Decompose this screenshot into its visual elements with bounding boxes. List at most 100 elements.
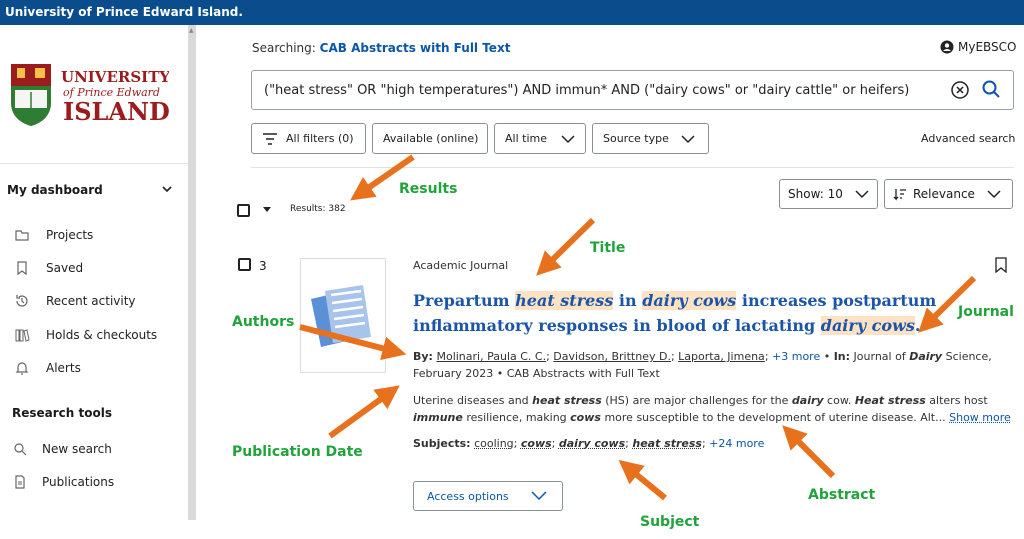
sidebar-item-projects[interactable]: Projects bbox=[14, 227, 93, 243]
title-highlight: heat stress bbox=[515, 291, 614, 310]
searching-label: Searching: bbox=[252, 41, 316, 55]
journal-text: Journal of bbox=[853, 350, 910, 363]
author-link[interactable]: Davidson, Brittney D. bbox=[553, 350, 671, 363]
select-all-checkbox[interactable] bbox=[237, 204, 250, 217]
author-link[interactable]: Laporta, Jimena bbox=[678, 350, 765, 363]
chevron-down-icon[interactable] bbox=[160, 182, 174, 196]
all-time-dropdown[interactable]: All time bbox=[494, 123, 586, 154]
upei-logo[interactable]: UNIVERSITY of Prince Edward ISLAND bbox=[9, 40, 170, 126]
sidebar-item-publications[interactable]: Publications bbox=[12, 474, 114, 490]
scroll-up-icon[interactable]: ▲ bbox=[189, 27, 194, 34]
available-online-button[interactable]: Available (online) bbox=[372, 123, 488, 154]
filter-icon bbox=[263, 132, 277, 145]
clear-search-icon[interactable] bbox=[950, 80, 970, 100]
toolbar-divider bbox=[251, 167, 1014, 168]
show-more-link[interactable]: Show more bbox=[949, 411, 1011, 424]
sidebar-item-recent-activity[interactable]: Recent activity bbox=[14, 293, 136, 309]
annotation-abstract: Abstract bbox=[808, 487, 876, 503]
sort-icon bbox=[893, 189, 906, 201]
abstract-text: more susceptible to the development of u… bbox=[600, 411, 950, 424]
sidebar-item-saved[interactable]: Saved bbox=[14, 260, 83, 276]
chevron-down-icon bbox=[681, 134, 695, 143]
subject-link[interactable]: dairy cows bbox=[559, 437, 625, 450]
search-query[interactable]: ("heat stress" OR "high temperatures") A… bbox=[264, 83, 909, 98]
university-title: University of Prince Edward Island. bbox=[5, 5, 243, 19]
searching-database: Searching: CAB Abstracts with Full Text bbox=[252, 41, 510, 55]
abstract-highlight: Heat stress bbox=[854, 394, 926, 407]
journal-thumbnail[interactable] bbox=[300, 258, 386, 373]
select-menu-caret-icon[interactable] bbox=[263, 207, 271, 212]
abstract-text: Uterine diseases and bbox=[413, 394, 533, 407]
title-highlight: dairy cows bbox=[820, 316, 915, 335]
abstract-text: resilience, making bbox=[462, 411, 571, 424]
sidebar-item-label: Recent activity bbox=[46, 294, 136, 308]
subject-arrow bbox=[618, 459, 667, 501]
record-checkbox[interactable] bbox=[238, 258, 251, 271]
annotation-results: Results bbox=[399, 181, 458, 197]
myebsco-button[interactable]: MyEBSCO bbox=[940, 40, 1017, 54]
publication-date-arrow bbox=[328, 385, 400, 439]
available-label: Available (online) bbox=[383, 132, 479, 145]
record-abstract: Uterine diseases and heat stress (HS) ar… bbox=[413, 392, 1013, 426]
books-icon bbox=[15, 329, 30, 342]
all-filters-button[interactable]: All filters (0) bbox=[251, 123, 366, 154]
sidebar-scrollbar[interactable] bbox=[188, 25, 196, 520]
results-count: Results: 382 bbox=[290, 204, 346, 214]
search-icon bbox=[14, 443, 27, 456]
svg-text:ISLAND: ISLAND bbox=[63, 97, 169, 126]
annotation-subject: Subject bbox=[640, 514, 700, 530]
abstract-highlight: heat stress bbox=[532, 394, 602, 407]
record-title-link[interactable]: Prepartum heat stress in dairy cows incr… bbox=[413, 288, 973, 338]
record-byline: By: Molinari, Paula C. C.; Davidson, Bri… bbox=[413, 350, 992, 380]
abstract-highlight: cows bbox=[570, 411, 601, 424]
journal-icon bbox=[311, 285, 371, 347]
sidebar-item-label: Projects bbox=[46, 228, 94, 242]
access-options-dropdown[interactable]: Access options bbox=[413, 481, 563, 511]
bookmark-icon bbox=[17, 261, 27, 276]
journal-text: Science, bbox=[942, 350, 992, 363]
abstract-highlight: immune bbox=[413, 411, 463, 424]
title-highlight: dairy cows bbox=[642, 291, 737, 310]
chevron-down-icon bbox=[987, 190, 1001, 199]
journal-name[interactable]: Journal of Dairy Science, bbox=[854, 350, 992, 363]
more-authors-link[interactable]: +3 more bbox=[772, 350, 820, 363]
sidebar-item-alerts[interactable]: Alerts bbox=[14, 360, 81, 376]
search-icon[interactable] bbox=[981, 79, 1001, 99]
author-link[interactable]: Molinari, Paula C. C. bbox=[436, 350, 546, 363]
by-label: By: bbox=[413, 350, 433, 363]
chevron-down-icon bbox=[855, 190, 869, 199]
sidebar-divider bbox=[0, 163, 188, 164]
access-options-label: Access options bbox=[427, 489, 509, 503]
document-icon bbox=[15, 475, 25, 489]
sidebar-item-new-search[interactable]: New search bbox=[12, 441, 112, 457]
sidebar-item-label: Alerts bbox=[46, 361, 81, 375]
abstract-highlight: dairy bbox=[791, 394, 824, 407]
record-number: 3 bbox=[259, 259, 267, 273]
sort-dropdown[interactable]: Relevance bbox=[884, 179, 1013, 209]
folder-icon bbox=[15, 230, 29, 241]
history-icon bbox=[16, 295, 28, 307]
bell-icon bbox=[15, 362, 29, 375]
show-per-page-dropdown[interactable]: Show: 10 bbox=[779, 179, 878, 209]
title-text: Prepartum bbox=[413, 291, 516, 310]
subject-link[interactable]: cows bbox=[521, 437, 552, 450]
title-arrow bbox=[536, 217, 596, 276]
annotation-publication-date: Publication Date bbox=[232, 444, 363, 460]
record-subjects: Subjects: cooling; cows; dairy cows; hea… bbox=[413, 437, 765, 450]
bookmark-icon[interactable] bbox=[995, 257, 1007, 273]
source-type-dropdown[interactable]: Source type bbox=[592, 123, 709, 154]
abstract-text: (HS) are major challenges for the bbox=[601, 394, 792, 407]
subject-link[interactable]: cooling bbox=[474, 437, 514, 450]
subjects-label: Subjects: bbox=[413, 437, 471, 450]
advanced-search-link[interactable]: Advanced search bbox=[921, 132, 1015, 145]
my-dashboard-toggle[interactable]: My dashboard bbox=[7, 183, 103, 197]
annotation-journal: Journal bbox=[958, 304, 1014, 320]
sidebar-item-label: Saved bbox=[46, 261, 84, 275]
subject-link[interactable]: heat stress bbox=[632, 437, 702, 450]
more-subjects-link[interactable]: +24 more bbox=[709, 437, 764, 450]
university-header-bar: University of Prince Edward Island. bbox=[0, 0, 1024, 25]
source-type-label: Source type bbox=[603, 132, 669, 145]
database-link[interactable]: CAB Abstracts with Full Text bbox=[320, 41, 511, 55]
sidebar-item-holds-checkouts[interactable]: Holds & checkouts bbox=[14, 327, 157, 343]
publication-date-source: February 2023 • CAB Abstracts with Full … bbox=[413, 367, 660, 380]
